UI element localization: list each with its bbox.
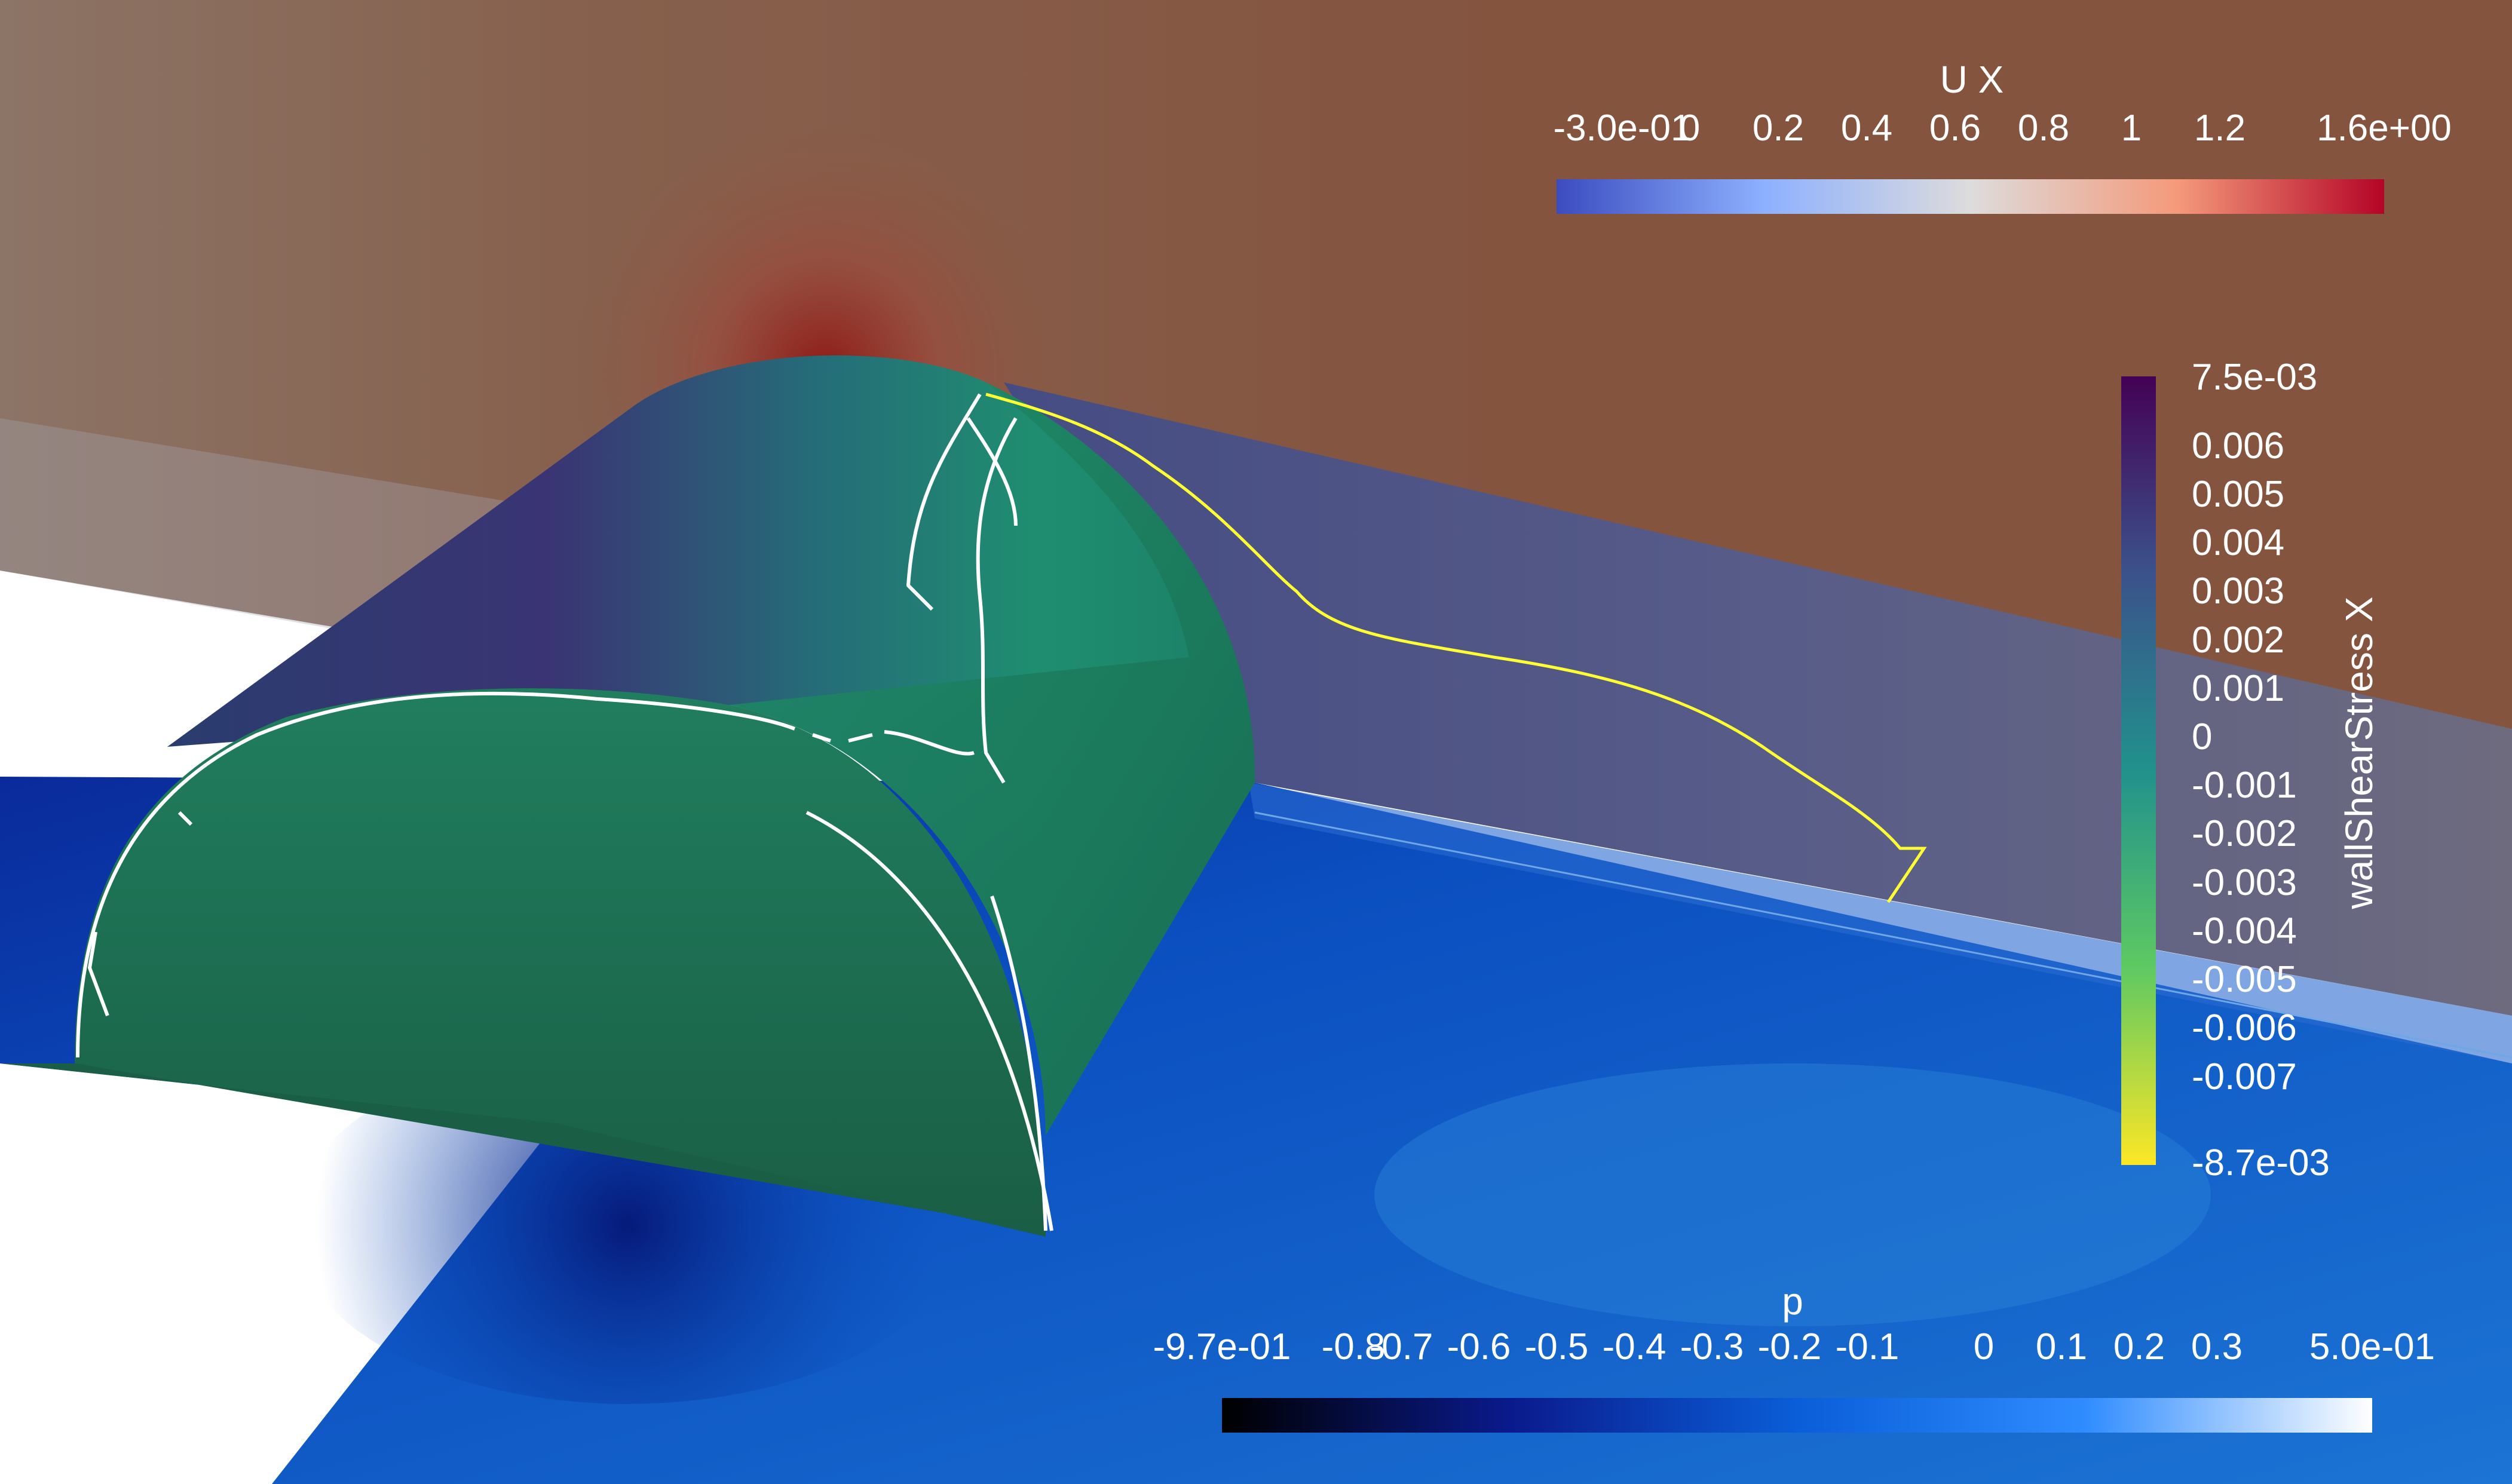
ux-tick-label: 0.4 xyxy=(1841,108,1892,149)
p-tick-label: 0 xyxy=(1974,1326,1994,1368)
p-tick-label: 0.2 xyxy=(2113,1326,2165,1368)
wallshearstress-tick-label: -0.003 xyxy=(2192,862,2297,903)
wallshearstress-colorbar-title: wallShearStress X xyxy=(2338,597,2381,910)
ux-tick-label: 1 xyxy=(2121,108,2142,149)
wallshearstress-tick-label: 0.001 xyxy=(2192,668,2284,709)
wallshearstress-colorbar-gradient xyxy=(2121,376,2156,1165)
p-tick-label: 0.3 xyxy=(2191,1326,2243,1368)
ux-tick-label: 0.2 xyxy=(1753,108,1804,149)
p-colorbar-title: p xyxy=(1782,1280,1803,1323)
wallshearstress-tick-label: 0.006 xyxy=(2192,425,2284,467)
p-tick-label: 5.0e-01 xyxy=(2309,1326,2435,1368)
wallshearstress-tick-label: -0.005 xyxy=(2192,959,2297,1000)
wallshearstress-tick-label: -0.002 xyxy=(2192,813,2297,854)
wallshearstress-tick-label: 7.5e-03 xyxy=(2192,357,2317,398)
ux-tick-label: 1.6e+00 xyxy=(2317,108,2452,149)
wallshearstress-tick-label: -0.006 xyxy=(2192,1007,2297,1048)
ux-tick-label: 0.6 xyxy=(1929,108,1981,149)
p-tick-label: -0.7 xyxy=(1370,1326,1433,1368)
wallshearstress-tick-label: 0.005 xyxy=(2192,474,2284,515)
wallshearstress-tick-label: 0.004 xyxy=(2192,522,2284,563)
p-tick-label: -0.5 xyxy=(1525,1326,1589,1368)
wallshearstress-tick-label: 0.002 xyxy=(2192,620,2284,661)
ux-tick-label: -3.0e-01 xyxy=(1554,108,1692,149)
p-tick-label: -0.1 xyxy=(1836,1326,1900,1368)
3d-scene[interactable]: U X -3.0e-010 0.2 0.4 0.6 0.8 1 1.2 1.6e+00 wal… xyxy=(0,0,2512,1484)
ux-colorbar-title: U X xyxy=(1940,58,2004,101)
render-viewport[interactable]: U X -3.0e-01 0 0.2 0.4 0.6 0.8 1 1.2 1.6e+00 wal… xyxy=(0,0,2512,1484)
p-tick-label: -0.4 xyxy=(1603,1326,1667,1368)
p-tick-label: 0.1 xyxy=(2036,1326,2087,1368)
p-tick-label: -0.3 xyxy=(1680,1326,1744,1368)
wallshearstress-tick-label: -0.007 xyxy=(2192,1056,2297,1097)
wallshearstress-tick-label: -0.001 xyxy=(2192,765,2297,806)
wallshearstress-tick-label: 0.003 xyxy=(2192,571,2284,612)
wallshearstress-tick-label: 0 xyxy=(2192,716,2212,758)
ux-colorbar-gradient xyxy=(1557,179,2384,214)
ux-tick-label: 0 xyxy=(1680,108,1700,149)
wallshearstress-tick-label: -8.7e-03 xyxy=(2192,1142,2330,1183)
p-tick-label: -0.2 xyxy=(1758,1326,1822,1368)
ux-tick-label: 1.2 xyxy=(2194,108,2246,149)
ux-tick-label: 0.8 xyxy=(2018,108,2069,149)
p-tick-label: -9.7e-01 xyxy=(1153,1326,1291,1368)
p-tick-label: -0.6 xyxy=(1447,1326,1511,1368)
p-colorbar-gradient xyxy=(1222,1398,2372,1433)
wallshearstress-tick-label: -0.004 xyxy=(2192,910,2297,952)
